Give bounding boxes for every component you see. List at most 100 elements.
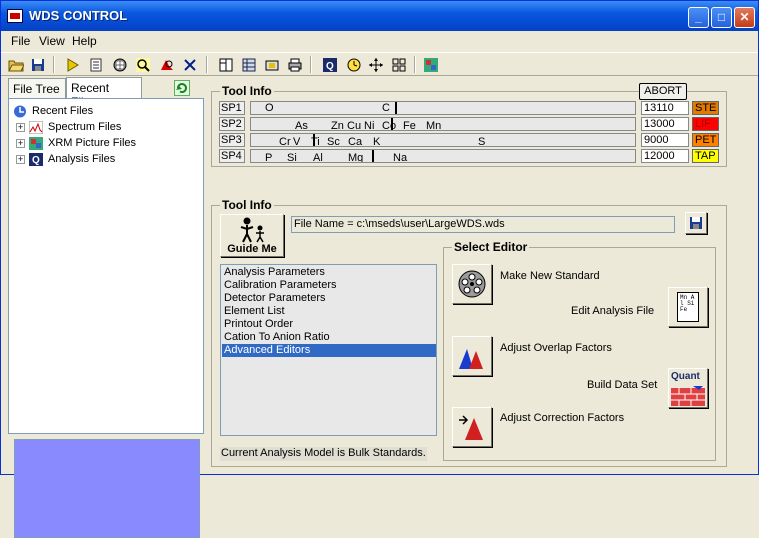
play-icon[interactable]	[63, 56, 81, 73]
brick-wall-icon	[671, 386, 705, 406]
document-icon[interactable]	[87, 56, 105, 73]
element-label: Al	[313, 152, 323, 163]
tree-item-spectrum-files[interactable]: + Spectrum Files	[16, 119, 121, 135]
element-label: Mn	[426, 120, 442, 131]
tree-root-label: Recent Files	[32, 105, 94, 117]
edit-analysis-file-button[interactable]: Mn Al Si Fe	[668, 287, 708, 327]
sp4-value: 12000	[641, 149, 689, 163]
element-label: O	[265, 102, 274, 114]
make-new-standard-button[interactable]	[452, 264, 492, 304]
save-file-button[interactable]	[685, 212, 707, 234]
adjust-correction-button[interactable]	[452, 407, 492, 447]
adjust-overlap-button[interactable]	[452, 336, 492, 376]
minimize-button[interactable]: _	[688, 7, 709, 28]
element-label: Mg	[348, 152, 364, 163]
menu-help[interactable]: Help	[72, 34, 97, 48]
svg-text:Q: Q	[32, 155, 40, 166]
sp4-track[interactable]: P Si Al Mg Na	[250, 149, 636, 163]
search-icon[interactable]	[134, 56, 152, 73]
spectrometer-position-marker[interactable]	[372, 150, 374, 162]
expand-icon[interactable]: +	[16, 154, 25, 164]
quant-q-icon[interactable]: Q	[321, 56, 339, 73]
element-label: Zn	[331, 120, 344, 131]
spectrum-icon	[29, 120, 43, 134]
sp2-track[interactable]: As Zn Cu Ni Co Fe Mn	[250, 117, 636, 131]
list-item[interactable]: Cation To Anion Ratio	[222, 331, 436, 344]
adjust-correction-label: Adjust Correction Factors	[500, 412, 625, 424]
tool-info-bottom-label: Tool Info	[220, 198, 274, 212]
status-text: Current Analysis Model is Bulk Standards…	[220, 447, 427, 461]
map-icon[interactable]	[422, 56, 440, 73]
sp4-label: SP4	[219, 149, 245, 163]
expand-icon[interactable]: +	[16, 138, 25, 148]
peak-search-icon[interactable]	[158, 56, 176, 73]
move-icon[interactable]	[367, 56, 385, 73]
element-label: Co	[382, 120, 397, 131]
list-item[interactable]: Printout Order	[222, 318, 436, 331]
recent-files-icon	[14, 105, 26, 117]
spectrometer-position-marker[interactable]	[391, 118, 393, 130]
delete-icon[interactable]	[181, 56, 199, 73]
tab-file-tree[interactable]: File Tree	[8, 78, 66, 98]
print-icon[interactable]	[286, 56, 304, 73]
camera-icon[interactable]	[263, 56, 281, 73]
menu-bar: File View Help	[1, 32, 758, 50]
element-label: Fe	[403, 120, 416, 131]
menu-view[interactable]: View	[39, 34, 65, 48]
sp3-label: SP3	[219, 133, 245, 147]
open-folder-icon[interactable]	[7, 56, 25, 73]
element-label: Cu	[347, 120, 362, 131]
spectrometer-position-marker[interactable]	[395, 102, 397, 114]
sp2-value: 13000	[641, 117, 689, 131]
guide-me-label: Guide Me	[227, 243, 277, 255]
guide-me-icon	[240, 217, 264, 243]
element-label: Ni	[364, 120, 375, 131]
spectrometer-position-marker[interactable]	[313, 134, 315, 146]
maximize-button[interactable]: □	[711, 7, 732, 28]
tree-item-analysis-files[interactable]: + Q Analysis Files	[16, 151, 115, 167]
list-item[interactable]: Element List	[222, 305, 436, 318]
sp1-track[interactable]: O C	[250, 101, 636, 115]
standard-holder-icon	[458, 270, 486, 298]
left-pane: File Tree Recent Files Recent Files + Sp…	[8, 77, 204, 538]
element-label: K	[373, 136, 381, 147]
table-icon[interactable]	[240, 56, 258, 73]
adjust-overlap-label: Adjust Overlap Factors	[500, 342, 612, 354]
list-item[interactable]: Calibration Parameters	[222, 279, 436, 292]
sp3-value: 9000	[641, 133, 689, 147]
abort-button[interactable]: ABORT	[639, 83, 687, 100]
tree-item-label: XRM Picture Files	[48, 137, 137, 149]
recent-files-tree: Recent Files + Spectrum Files + XRM Pict…	[8, 98, 204, 434]
build-data-set-label: Build Data Set	[587, 379, 658, 391]
toolbar: Q	[1, 52, 758, 76]
tree-item-label: Spectrum Files	[48, 121, 122, 133]
menu-file[interactable]: File	[11, 34, 30, 48]
tab-recent-files[interactable]: Recent Files	[66, 77, 142, 109]
save-icon[interactable]	[29, 56, 47, 73]
sp1-label: SP1	[219, 101, 245, 115]
sp2-label: SP2	[219, 117, 245, 131]
timer-icon[interactable]	[345, 56, 363, 73]
refresh-icon[interactable]	[174, 80, 190, 96]
guide-me-button[interactable]: Guide Me	[220, 214, 284, 257]
build-data-set-button[interactable]: Quant	[668, 368, 708, 408]
tree-item-xrm-picture-files[interactable]: + XRM Picture Files	[16, 135, 136, 151]
tool-info-top-label: Tool Info	[220, 84, 274, 98]
list-item-selected[interactable]: Advanced Editors	[222, 344, 436, 357]
expand-icon[interactable]: +	[16, 122, 25, 132]
sample-holder-icon[interactable]	[111, 56, 129, 73]
grid-select-icon[interactable]	[390, 56, 408, 73]
sp3-track[interactable]: Cr V Ti Sc Ca K S	[250, 133, 636, 147]
tree-root[interactable]: Recent Files	[13, 103, 93, 119]
close-button[interactable]: ✕	[734, 7, 755, 28]
list-item[interactable]: Analysis Parameters	[222, 266, 436, 279]
layout-icon[interactable]	[217, 56, 235, 73]
element-label: As	[295, 120, 308, 131]
save-icon	[690, 217, 702, 229]
main-window: WDS CONTROL _ □ ✕ File View Help Q File …	[0, 0, 759, 538]
xrm-picture-icon	[29, 136, 43, 150]
analysis-q-icon: Q	[29, 152, 43, 166]
list-item[interactable]: Detector Parameters	[222, 292, 436, 305]
file-name-field[interactable]: File Name = c:\mseds\user\LargeWDS.wds	[291, 216, 675, 233]
make-new-standard-label: Make New Standard	[500, 270, 600, 282]
